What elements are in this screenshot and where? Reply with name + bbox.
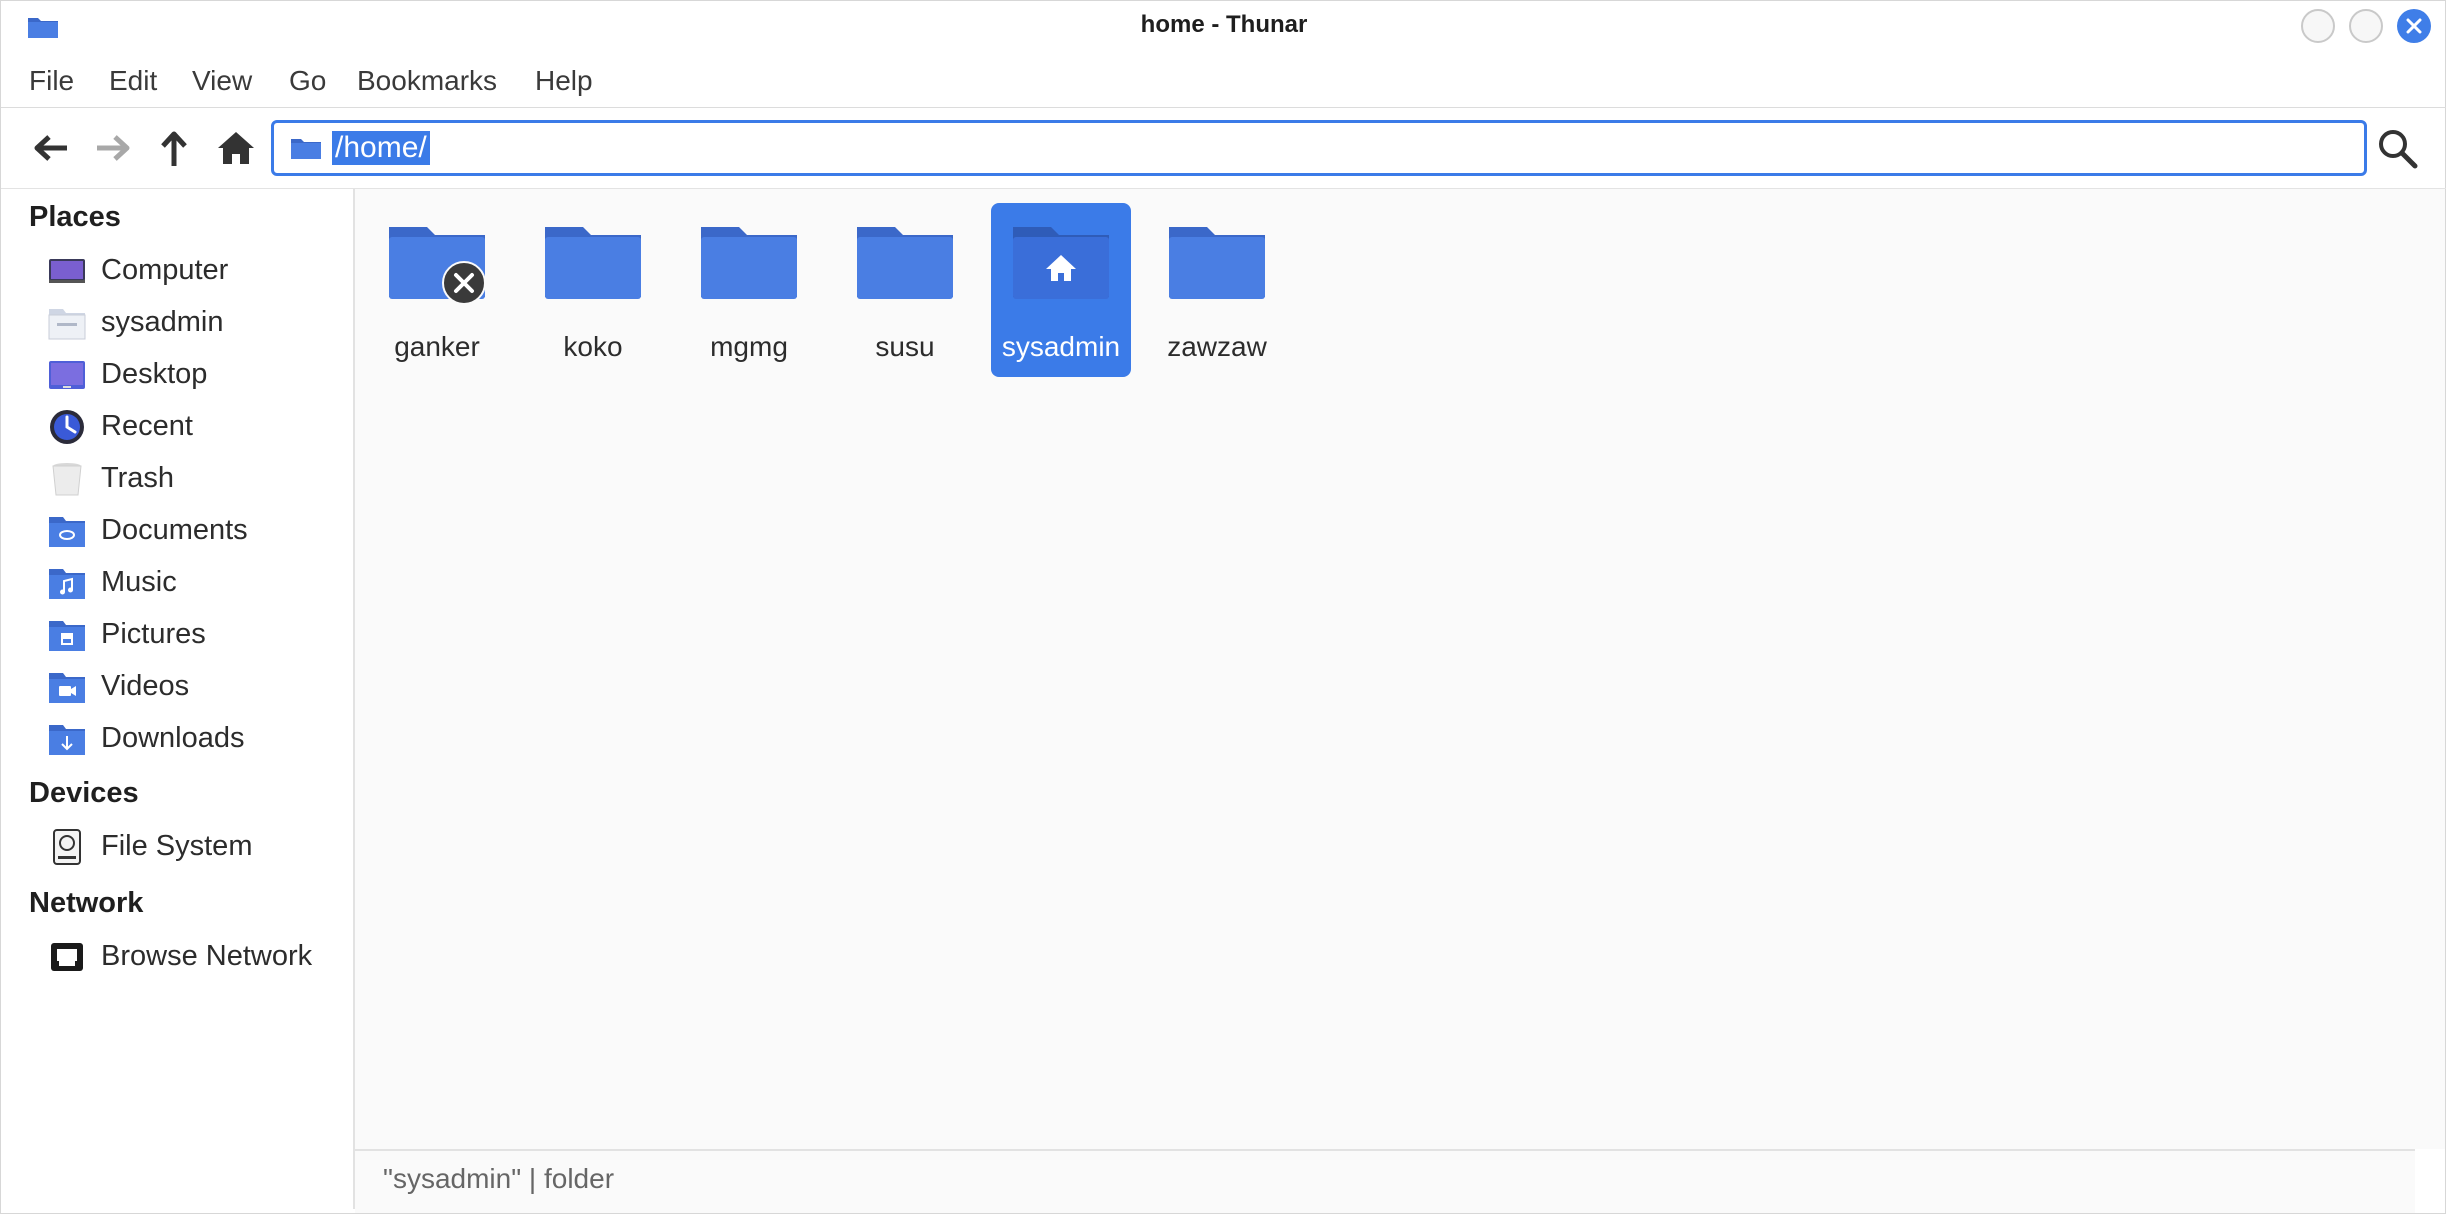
file-name: zawzaw: [1167, 331, 1267, 362]
sidebar-item-label: Videos: [101, 670, 190, 702]
menu-help[interactable]: Help: [535, 65, 593, 97]
folder-item-mgmg[interactable]: mgmg: [679, 203, 819, 377]
folder-icon: [701, 227, 797, 299]
sidebar-item-label: sysadmin: [101, 306, 224, 338]
up-arrow-icon[interactable]: [152, 126, 196, 170]
sidebar-item-label: Music: [101, 566, 177, 598]
menu-view[interactable]: View: [192, 65, 252, 97]
sidebar-item-label: Browse Network: [101, 940, 313, 972]
drive-icon: [53, 829, 81, 865]
computer-icon: [49, 259, 85, 283]
folder-item-zawzaw[interactable]: zawzaw: [1147, 203, 1287, 377]
folder-item-koko[interactable]: koko: [523, 203, 663, 377]
pictures-folder-icon: [49, 621, 85, 651]
close-button[interactable]: [2397, 9, 2431, 43]
menu-go[interactable]: Go: [289, 65, 326, 97]
folder-icon: [545, 227, 641, 299]
sidebar-item-label: Desktop: [101, 358, 208, 390]
sidebar-item-label: Documents: [101, 514, 248, 546]
sidebar-item-trash[interactable]: Trash: [41, 457, 341, 501]
minimize-button[interactable]: [2301, 9, 2335, 43]
sidebar-item-label: Pictures: [101, 618, 206, 650]
sidebar-item-label: Trash: [101, 462, 175, 494]
trash-icon: [52, 463, 82, 496]
downloads-folder-icon: [49, 725, 85, 755]
home-icon[interactable]: [214, 126, 258, 170]
sidebar-item-label: Downloads: [101, 722, 245, 754]
places-header: Places: [29, 201, 121, 233]
menu-bar: File Edit View Go Bookmarks Help: [1, 57, 2446, 108]
status-text: "sysadmin" | folder: [383, 1163, 615, 1194]
folder-item-susu[interactable]: susu: [835, 203, 975, 377]
sidebar-item-computer[interactable]: Computer: [41, 249, 341, 293]
folder-unreadable-icon: [389, 227, 486, 305]
sidebar-item-browse-network[interactable]: Browse Network: [41, 935, 341, 979]
sidebar-item-music[interactable]: Music: [41, 561, 341, 605]
file-name: sysadmin: [1001, 331, 1121, 362]
menu-file[interactable]: File: [29, 65, 74, 97]
back-arrow-icon[interactable]: [29, 126, 73, 170]
videos-folder-icon: [49, 673, 85, 703]
file-name: ganker: [394, 331, 480, 362]
sidebar: Places Computer sysadmin Desktop Recent …: [1, 189, 355, 1209]
menu-bookmarks[interactable]: Bookmarks: [357, 65, 497, 97]
desktop-icon: [49, 361, 85, 389]
sidebar-item-videos[interactable]: Videos: [41, 665, 341, 709]
location-bar[interactable]: /home/: [271, 120, 2367, 176]
window-title: home - Thunar: [1140, 11, 1308, 38]
music-folder-icon: [49, 569, 85, 599]
sidebar-item-label: Recent: [101, 410, 193, 442]
home-folder-icon: [1013, 227, 1109, 299]
forward-arrow-icon[interactable]: [91, 126, 135, 170]
folder-icon: [291, 139, 321, 159]
toolbar: /home/: [1, 108, 2446, 189]
close-icon: [2406, 18, 2422, 34]
file-name: mgmg: [710, 331, 788, 362]
sidebar-item-desktop[interactable]: Desktop: [41, 353, 341, 397]
file-view[interactable]: ganker koko mgmg susu sysadmin zawzaw: [355, 189, 2445, 1149]
folder-item-sysadmin[interactable]: sysadmin: [991, 203, 1131, 377]
network-icon: [51, 943, 83, 971]
folder-icon: [1169, 227, 1265, 299]
sidebar-item-file-system[interactable]: File System: [41, 825, 341, 869]
folder-item-ganker[interactable]: ganker: [367, 203, 507, 377]
sidebar-item-label: File System: [101, 830, 253, 862]
thunar-window: home - Thunar File Edit View Go Bookmark…: [0, 0, 2446, 1214]
devices-header: Devices: [29, 777, 139, 809]
search-icon[interactable]: [2375, 126, 2419, 170]
maximize-button[interactable]: [2349, 9, 2383, 43]
sidebar-item-label: Computer: [101, 254, 229, 286]
sidebar-item-recent[interactable]: Recent: [41, 405, 341, 449]
menu-edit[interactable]: Edit: [109, 65, 157, 97]
sidebar-item-pictures[interactable]: Pictures: [41, 613, 341, 657]
folder-icon: [857, 227, 953, 299]
sidebar-item-sysadmin[interactable]: sysadmin: [41, 301, 341, 345]
clock-icon: [50, 410, 84, 444]
file-name: koko: [563, 331, 623, 362]
sidebar-item-documents[interactable]: Documents: [41, 509, 341, 553]
title-bar: home - Thunar: [1, 1, 2446, 51]
network-header: Network: [29, 887, 144, 919]
location-path[interactable]: /home/: [332, 131, 430, 165]
documents-folder-icon: [49, 517, 85, 547]
file-name: susu: [875, 331, 935, 362]
home-folder-icon: [48, 309, 86, 340]
sidebar-item-downloads[interactable]: Downloads: [41, 717, 341, 761]
status-bar: "sysadmin" | folder: [355, 1149, 2415, 1213]
